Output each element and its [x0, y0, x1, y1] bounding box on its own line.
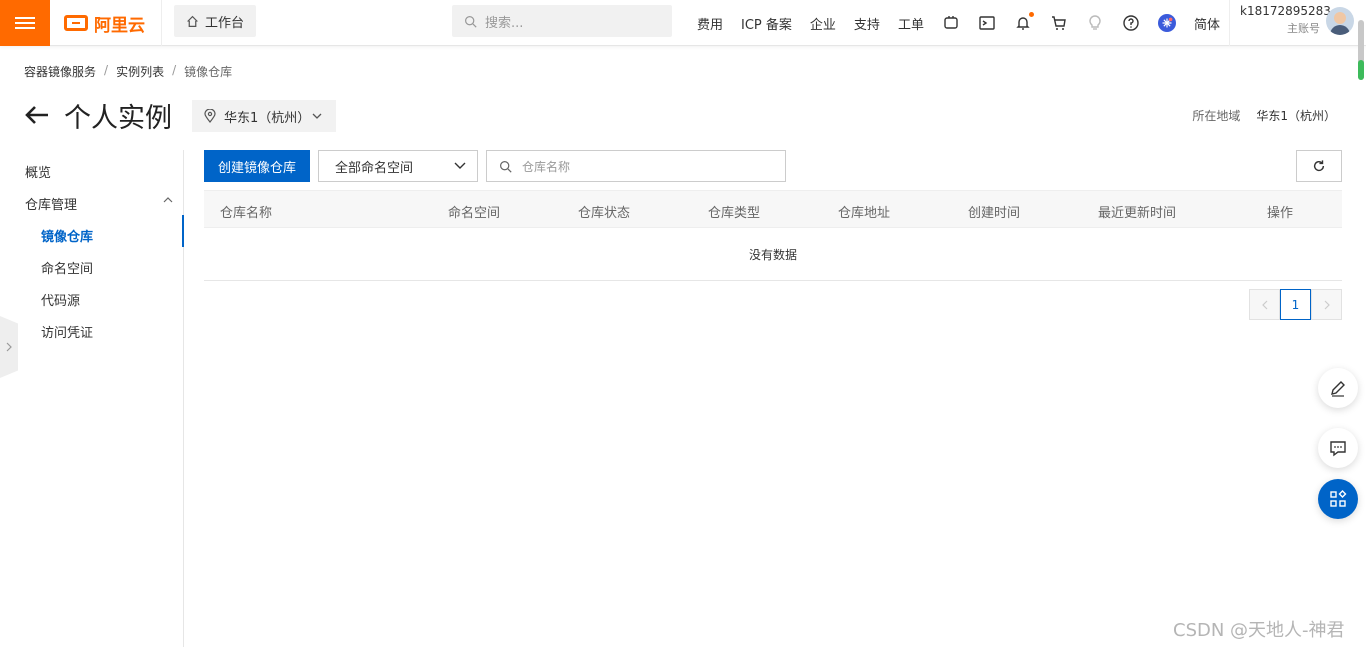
- avatar[interactable]: [1326, 7, 1354, 35]
- feedback-edit-button[interactable]: [1318, 368, 1358, 408]
- divider: [161, 0, 162, 46]
- nav-icp[interactable]: ICP 备案: [741, 14, 792, 33]
- lightbulb-icon[interactable]: [1086, 14, 1104, 32]
- apps-grid-icon: [1330, 490, 1347, 507]
- notification-dot: [1028, 12, 1034, 17]
- breadcrumb: 容器镜像服务 / 实例列表 / 镜像仓库: [24, 63, 240, 80]
- aliyun-logo[interactable]: 阿里云: [64, 11, 145, 36]
- hamburger-menu-button[interactable]: [0, 0, 50, 46]
- pencil-icon: [1331, 381, 1345, 397]
- search-icon: [465, 15, 477, 28]
- workbench-button[interactable]: 工作台: [174, 5, 256, 37]
- sidebar-item-image-repo[interactable]: 镜像仓库: [41, 226, 93, 245]
- col-repo-name: 仓库名称: [220, 206, 273, 221]
- breadcrumb-item-current: 镜像仓库: [184, 65, 233, 79]
- search-icon: [500, 160, 512, 173]
- table-header: 仓库名称 命名空间 仓库状态 仓库类型 仓库地址 创建时间 最近更新时间 操作: [204, 190, 1342, 228]
- region-select[interactable]: 华东1（杭州）: [192, 100, 336, 132]
- namespace-select-value: 全部命名空间: [335, 160, 414, 176]
- workbench-label: 工作台: [204, 15, 244, 31]
- region-value: 华东1（杭州）: [1256, 109, 1336, 123]
- col-namespace: 命名空间: [448, 206, 501, 221]
- breadcrumb-item-instances[interactable]: 实例列表: [116, 63, 164, 80]
- page-title: 个人实例: [64, 102, 172, 134]
- repo-search-placeholder: 仓库名称: [522, 159, 571, 174]
- chevron-down-icon: [312, 113, 322, 119]
- refresh-button[interactable]: [1296, 150, 1342, 182]
- sidebar-expand-tab[interactable]: [0, 316, 18, 378]
- sidebar-item-namespace[interactable]: 命名空间: [41, 258, 93, 277]
- col-repo-type: 仓库类型: [708, 206, 761, 221]
- home-icon: [187, 15, 198, 27]
- chevron-down-icon: [454, 162, 466, 169]
- app-orbit-icon[interactable]: [1157, 14, 1176, 32]
- nav-enterprise[interactable]: 企业: [810, 14, 836, 33]
- top-navigation-bar: 阿里云 工作台 搜索... 费用 ICP 备案 企业 支持 工单 简体 k181…: [0, 0, 1366, 46]
- cart-icon[interactable]: [1050, 14, 1068, 32]
- chevron-right-icon: [6, 342, 12, 352]
- refresh-icon: [1313, 160, 1325, 172]
- chevron-up-icon[interactable]: [163, 197, 173, 203]
- page-header: 个人实例: [24, 98, 172, 134]
- sidebar-item-overview[interactable]: 概览: [25, 162, 51, 181]
- col-updated-time: 最近更新时间: [1098, 206, 1177, 221]
- bell-icon[interactable]: [1014, 12, 1034, 32]
- pagination: 1: [1249, 289, 1342, 320]
- search-placeholder: 搜索...: [485, 15, 524, 31]
- chat-icon: [1330, 441, 1346, 457]
- region-label: 所在地域: [1192, 109, 1241, 123]
- user-role: 主账号: [1287, 22, 1320, 35]
- prev-page-button[interactable]: [1249, 289, 1280, 320]
- repo-table: 仓库名称 命名空间 仓库状态 仓库类型 仓库地址 创建时间 最近更新时间 操作 …: [204, 190, 1342, 281]
- region-info: 所在地域 华东1（杭州）: [1192, 107, 1336, 124]
- namespace-select[interactable]: 全部命名空间: [318, 150, 478, 182]
- breadcrumb-separator: /: [104, 63, 109, 77]
- nav-ticket[interactable]: 工单: [898, 14, 924, 33]
- sidebar-group-repo-mgmt[interactable]: 仓库管理: [25, 194, 77, 213]
- language-switch[interactable]: 简体: [1194, 14, 1220, 33]
- location-pin-icon: [204, 109, 216, 123]
- chevron-left-icon: [1261, 300, 1267, 309]
- terminal-icon[interactable]: [978, 14, 996, 32]
- aliyun-logo-icon: [64, 15, 88, 31]
- nav-support[interactable]: 支持: [854, 14, 880, 33]
- breadcrumb-separator: /: [172, 63, 177, 77]
- top-nav: 费用 ICP 备案 企业 支持 工单 简体: [688, 0, 1229, 46]
- col-created-time: 创建时间: [968, 206, 1021, 221]
- ai-assistant-icon[interactable]: [942, 14, 960, 32]
- brand-name: 阿里云: [94, 15, 145, 36]
- chevron-right-icon: [1324, 300, 1330, 309]
- sidebar: 概览 仓库管理 镜像仓库 命名空间 代码源 访问凭证: [0, 150, 184, 647]
- breadcrumb-item-acr[interactable]: 容器镜像服务: [24, 63, 96, 80]
- sidebar-item-code-source[interactable]: 代码源: [41, 290, 80, 309]
- nav-billing[interactable]: 费用: [697, 14, 723, 33]
- scrollbar-indicator: [1358, 60, 1364, 80]
- menu-icon: [15, 14, 35, 32]
- sidebar-active-indicator: [182, 215, 184, 247]
- create-repo-button[interactable]: 创建镜像仓库: [204, 150, 310, 182]
- region-select-value: 华东1（杭州）: [224, 110, 311, 126]
- page-number-button[interactable]: 1: [1280, 289, 1311, 320]
- account-menu[interactable]: k18172895283 主账号: [1229, 0, 1366, 46]
- watermark: CSDN @天地人-神君: [1173, 620, 1345, 641]
- col-repo-address: 仓库地址: [838, 206, 891, 221]
- repo-search-input[interactable]: 仓库名称: [486, 150, 786, 182]
- col-repo-status: 仓库状态: [578, 206, 631, 221]
- back-arrow-icon[interactable]: [24, 102, 50, 128]
- chat-button[interactable]: [1318, 428, 1358, 468]
- apps-button[interactable]: [1318, 479, 1358, 519]
- sidebar-item-access-credential[interactable]: 访问凭证: [41, 322, 93, 341]
- col-actions: 操作: [1267, 206, 1294, 221]
- help-icon[interactable]: [1122, 14, 1140, 32]
- next-page-button[interactable]: [1311, 289, 1342, 320]
- global-search-input[interactable]: 搜索...: [452, 5, 672, 37]
- table-empty-state: 没有数据: [204, 228, 1342, 281]
